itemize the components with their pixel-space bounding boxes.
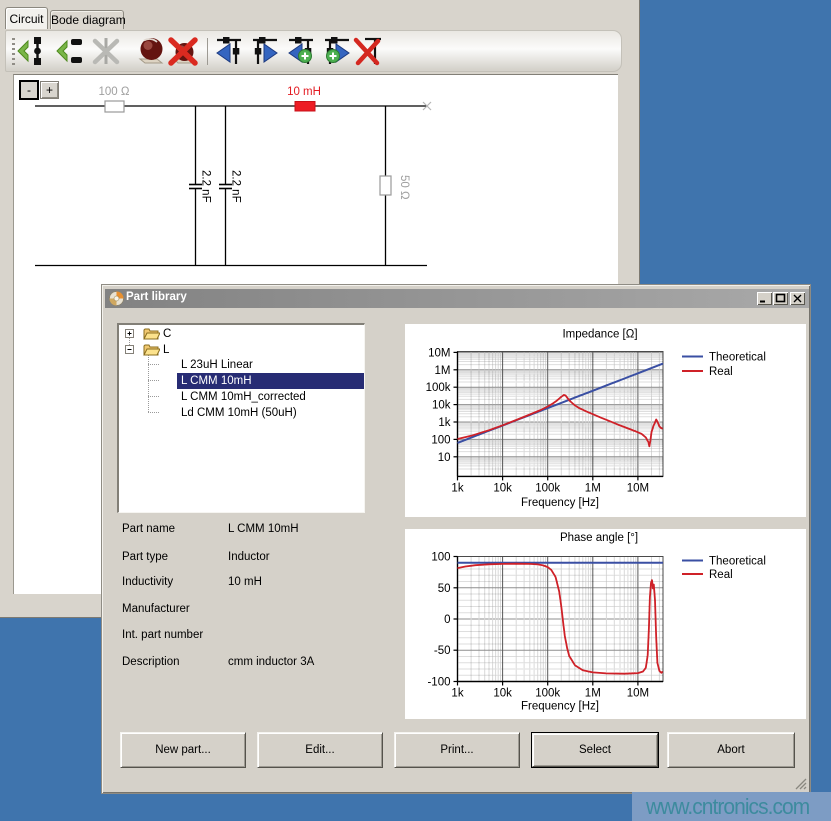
- svg-text:Frequency [Hz]: Frequency [Hz]: [521, 497, 599, 509]
- svg-text:100k: 100k: [535, 688, 560, 700]
- svg-text:10M: 10M: [627, 688, 649, 700]
- svg-text:100k: 100k: [535, 482, 560, 494]
- svg-text:Theoretical: Theoretical: [709, 352, 766, 364]
- svg-text:10k: 10k: [432, 400, 451, 412]
- svg-text:Frequency [Hz]: Frequency [Hz]: [521, 701, 599, 713]
- svg-text:100: 100: [431, 434, 450, 446]
- svg-text:Impedance [Ω]: Impedance [Ω]: [562, 329, 637, 341]
- svg-text:50: 50: [438, 583, 451, 595]
- svg-text:1M: 1M: [585, 482, 601, 494]
- svg-text:-100: -100: [427, 677, 450, 689]
- svg-text:10: 10: [438, 452, 451, 464]
- svg-text:1M: 1M: [435, 365, 451, 377]
- svg-text:50 Ω: 50 Ω: [398, 175, 410, 200]
- svg-text:1k: 1k: [451, 482, 463, 494]
- svg-text:Real: Real: [709, 569, 733, 581]
- svg-text:2.2 nF: 2.2 nF: [200, 170, 212, 203]
- svg-text:0: 0: [444, 614, 450, 626]
- svg-text:10 mH: 10 mH: [287, 86, 321, 98]
- svg-text:100: 100: [431, 552, 450, 564]
- svg-text:2.2 nF: 2.2 nF: [230, 170, 242, 203]
- svg-text:Real: Real: [709, 366, 733, 378]
- svg-text:-50: -50: [434, 645, 451, 657]
- svg-text:10k: 10k: [493, 482, 512, 494]
- svg-text:Theoretical: Theoretical: [709, 556, 766, 568]
- svg-text:100 Ω: 100 Ω: [99, 86, 130, 98]
- svg-text:1M: 1M: [585, 688, 601, 700]
- svg-text:Phase angle [°]: Phase angle [°]: [560, 532, 638, 544]
- svg-text:10M: 10M: [428, 347, 450, 359]
- svg-text:1k: 1k: [438, 417, 450, 429]
- svg-text:10k: 10k: [493, 688, 512, 700]
- svg-text:10M: 10M: [627, 482, 649, 494]
- svg-text:1k: 1k: [451, 688, 463, 700]
- svg-text:100k: 100k: [426, 382, 451, 394]
